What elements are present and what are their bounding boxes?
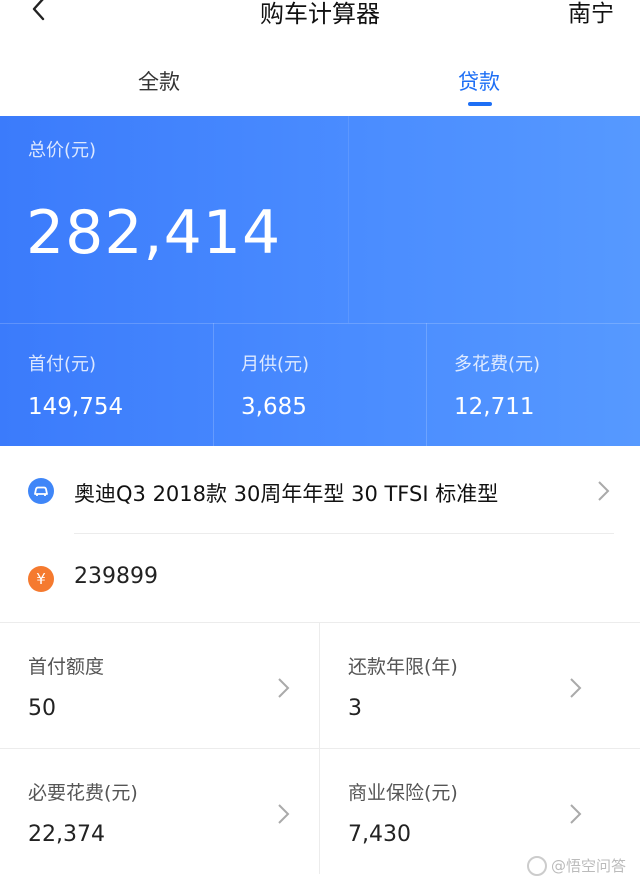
car-model-selector[interactable]: 奥迪Q3 2018款 30周年年型 30 TFSI 标准型 xyxy=(0,446,640,534)
extra-cost-value: 12,711 xyxy=(454,394,535,420)
down-payment-ratio-option[interactable]: 首付额度 50 xyxy=(0,622,320,748)
option-value: 3 xyxy=(348,696,362,721)
banner-divider xyxy=(426,323,427,446)
page-title: 购车计算器 xyxy=(260,0,380,28)
option-label: 商业保险(元) xyxy=(348,782,458,804)
chevron-right-icon xyxy=(278,804,290,824)
city-selector[interactable]: 南宁 xyxy=(568,0,614,28)
summary-banner: 总价(元) 282,414 首付(元) 149,754 月供(元) 3,685 … xyxy=(0,116,640,446)
car-price-value: 239899 xyxy=(74,564,158,589)
total-price-value: 282,414 xyxy=(26,198,282,268)
down-payment-label: 首付(元) xyxy=(28,354,97,375)
monthly-payment-label: 月供(元) xyxy=(241,354,310,375)
watermark-logo-icon xyxy=(526,856,547,876)
option-label: 首付额度 xyxy=(28,656,105,678)
chevron-right-icon xyxy=(598,481,610,501)
chevron-right-icon xyxy=(278,678,290,698)
watermark-text: @悟空问答 xyxy=(550,856,626,875)
car-icon xyxy=(28,478,54,504)
option-label: 必要花费(元) xyxy=(28,782,138,804)
loan-term-option[interactable]: 还款年限(年) 3 xyxy=(320,622,640,748)
total-price-label: 总价(元) xyxy=(28,140,97,161)
monthly-payment-value: 3,685 xyxy=(241,394,307,420)
option-value: 50 xyxy=(28,696,56,721)
banner-divider xyxy=(348,116,349,323)
yuan-icon: ¥ xyxy=(28,566,54,592)
tab-loan[interactable]: 贷款 xyxy=(458,66,500,96)
watermark: @悟空问答 xyxy=(526,855,626,876)
option-value: 7,430 xyxy=(348,822,411,847)
tab-full-payment[interactable]: 全款 xyxy=(138,66,180,96)
banner-divider xyxy=(213,323,214,446)
extra-cost-label: 多花费(元) xyxy=(454,354,541,375)
payment-tabs: 全款 贷款 xyxy=(0,52,640,116)
chevron-right-icon xyxy=(570,804,582,824)
car-price-row[interactable]: ¥ 239899 xyxy=(0,534,640,622)
car-model-name: 奥迪Q3 2018款 30周年年型 30 TFSI 标准型 xyxy=(74,482,499,506)
option-label: 还款年限(年) xyxy=(348,656,458,678)
down-payment-value: 149,754 xyxy=(28,394,124,420)
grid-divider xyxy=(319,622,320,874)
banner-divider xyxy=(0,323,640,324)
top-bar: 购车计算器 南宁 xyxy=(0,0,640,30)
necessary-fees-option[interactable]: 必要花费(元) 22,374 xyxy=(0,748,320,874)
chevron-right-icon xyxy=(570,678,582,698)
active-tab-indicator xyxy=(468,102,492,106)
option-value: 22,374 xyxy=(28,822,105,847)
